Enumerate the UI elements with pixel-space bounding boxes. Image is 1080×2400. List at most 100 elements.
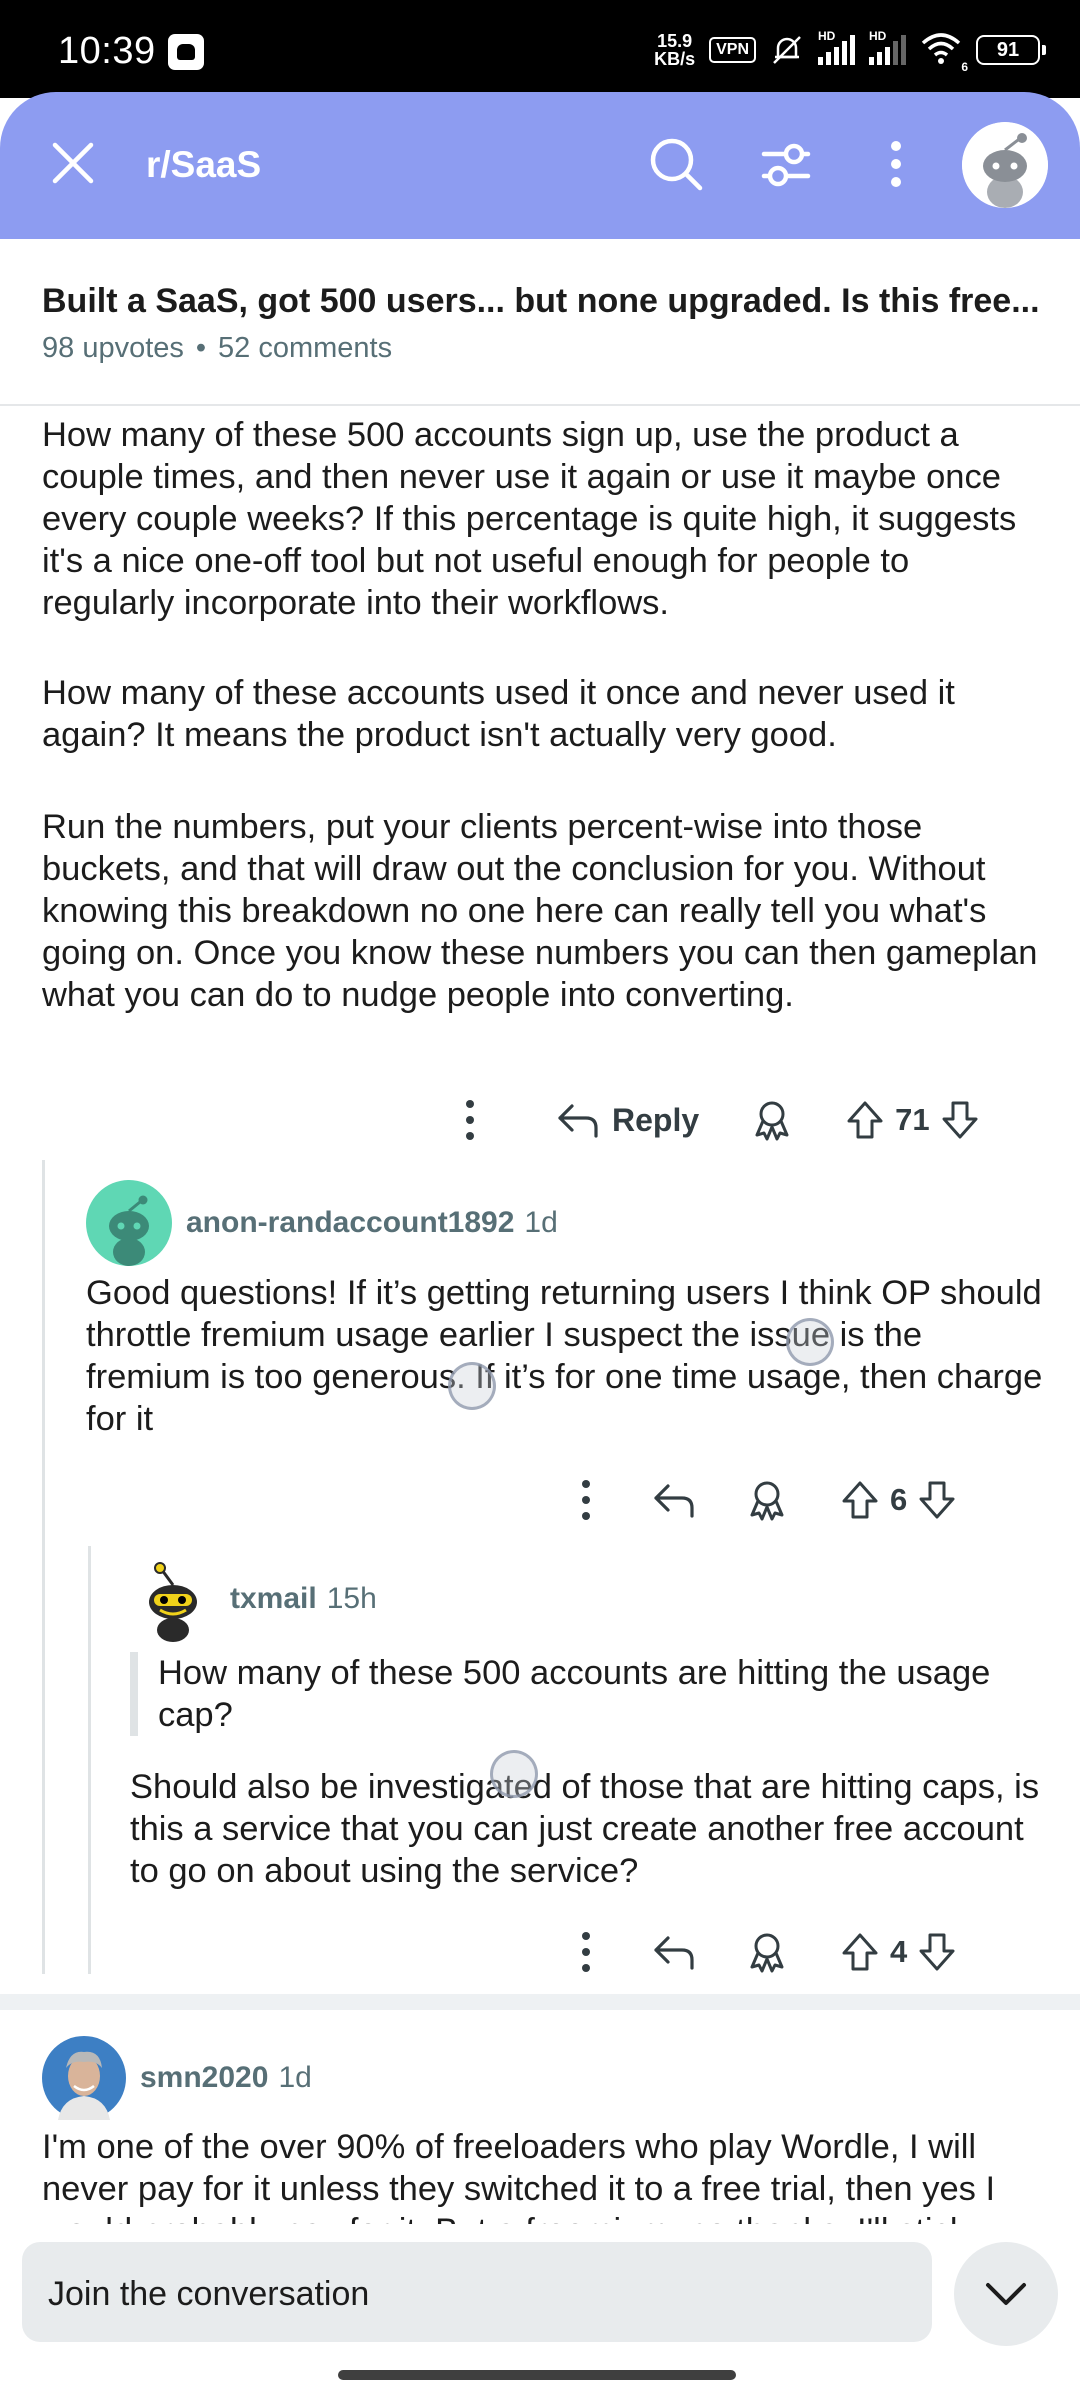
reply-button[interactable] bbox=[652, 1932, 696, 1972]
signal-2-icon: HD bbox=[869, 29, 906, 65]
post-upvotes: 98 upvotes bbox=[42, 332, 184, 364]
thread-line[interactable] bbox=[42, 1160, 45, 1974]
post-meta: 98 upvotes • 52 comments bbox=[42, 332, 392, 365]
comment-more-button[interactable] bbox=[566, 1478, 606, 1522]
comment-actions: 6 bbox=[566, 1470, 957, 1530]
touch-indicator bbox=[448, 1362, 496, 1410]
upvote-button[interactable] bbox=[845, 1099, 885, 1141]
status-indicators: 15.9 KB/s VPN HD HD 6 91 bbox=[654, 28, 1046, 74]
wifi-band-label: 6 bbox=[961, 59, 968, 74]
thread-line[interactable] bbox=[88, 1546, 91, 1974]
subreddit-title[interactable]: r/SaaS bbox=[146, 144, 261, 186]
notification-app-icon bbox=[168, 34, 204, 70]
filter-button[interactable] bbox=[756, 134, 816, 194]
award-button[interactable] bbox=[746, 1479, 788, 1521]
section-separator bbox=[0, 1994, 1080, 2010]
reply-arrow-icon bbox=[654, 1484, 694, 1518]
touch-indicator bbox=[786, 1318, 834, 1366]
comment-header: anon-randaccount1892 1d bbox=[86, 1180, 558, 1266]
snoo-avatar-icon bbox=[130, 1556, 216, 1642]
status-bar: 10:39 15.9 KB/s VPN HD HD 6 91 bbox=[0, 0, 1080, 98]
award-icon bbox=[750, 1933, 784, 1973]
downvote-arrow-icon bbox=[942, 1101, 978, 1139]
award-button[interactable] bbox=[751, 1099, 793, 1141]
upvote-button[interactable] bbox=[840, 1479, 880, 1521]
hd-label-1: HD bbox=[818, 29, 836, 43]
more-vertical-icon bbox=[582, 1932, 590, 1972]
comment-more-button[interactable] bbox=[446, 1098, 494, 1142]
hd-label-2: HD bbox=[869, 29, 887, 43]
battery-indicator: 91 bbox=[976, 35, 1046, 65]
close-button[interactable] bbox=[48, 138, 98, 188]
comment-username[interactable]: smn2020 bbox=[140, 2061, 268, 2095]
vote-count: 4 bbox=[890, 1934, 908, 1969]
comment-header: smn2020 1d bbox=[42, 2036, 312, 2120]
comment-actions: Reply 71 bbox=[446, 1090, 980, 1150]
divider bbox=[0, 404, 1080, 406]
comment-body: Good questions! If it’s getting returnin… bbox=[86, 1274, 1043, 1438]
more-vertical-icon bbox=[466, 1100, 474, 1140]
downvote-button[interactable] bbox=[917, 1931, 957, 1973]
award-button[interactable] bbox=[746, 1931, 788, 1973]
comment-username[interactable]: txmail bbox=[230, 1582, 317, 1616]
downvote-arrow-icon bbox=[919, 1933, 955, 1971]
comment-username[interactable]: anon-randaccount1892 bbox=[186, 1206, 514, 1240]
wifi-icon: 6 bbox=[920, 31, 968, 74]
network-speed: 15.9 KB/s bbox=[654, 32, 695, 68]
filter-icon bbox=[761, 143, 811, 187]
avatar[interactable] bbox=[130, 1556, 216, 1642]
comment-paragraph: How many of these accounts used it once … bbox=[42, 674, 955, 754]
user-photo-avatar-icon bbox=[42, 2036, 126, 2120]
reply-button[interactable]: Reply bbox=[556, 1100, 699, 1140]
reply-arrow-icon bbox=[558, 1104, 598, 1138]
downvote-button[interactable] bbox=[917, 1479, 957, 1521]
network-speed-unit: KB/s bbox=[654, 49, 696, 69]
search-button[interactable] bbox=[646, 134, 706, 194]
app-header: r/SaaS bbox=[0, 92, 1080, 239]
close-icon bbox=[52, 142, 94, 184]
comment-paragraph: Run the numbers, put your clients percen… bbox=[42, 808, 1038, 1014]
network-speed-value: 15.9 bbox=[657, 31, 693, 51]
collapse-button[interactable] bbox=[954, 2242, 1058, 2346]
more-vertical-icon bbox=[891, 141, 901, 187]
quoted-text: How many of these 500 accounts are hitti… bbox=[130, 1652, 1030, 1736]
avatar[interactable] bbox=[86, 1180, 172, 1266]
comment-more-button[interactable] bbox=[566, 1930, 606, 1974]
mute-bell-icon bbox=[773, 36, 801, 64]
user-avatar[interactable] bbox=[962, 122, 1048, 208]
comment-time: 1d bbox=[278, 2061, 312, 2094]
comment-body: I'm one of the over 90% of freeloaders w… bbox=[42, 2128, 996, 2224]
reply-button[interactable] bbox=[652, 1480, 696, 1520]
status-time: 10:39 bbox=[58, 30, 156, 72]
award-icon bbox=[750, 1481, 784, 1521]
meta-separator: • bbox=[195, 332, 207, 364]
more-vertical-icon bbox=[582, 1480, 590, 1520]
comment-body: Should also be investigated of those tha… bbox=[130, 1768, 1040, 1890]
downvote-button[interactable] bbox=[940, 1099, 980, 1141]
vote-count: 71 bbox=[895, 1102, 930, 1137]
more-options-button[interactable] bbox=[872, 134, 920, 194]
upvote-arrow-icon bbox=[842, 1933, 878, 1971]
comment-paragraph: How many of these 500 accounts sign up, … bbox=[42, 416, 1017, 622]
chevron-down-icon bbox=[986, 2283, 1026, 2305]
upvote-button[interactable] bbox=[840, 1931, 880, 1973]
join-conversation-input[interactable]: Join the conversation bbox=[22, 2242, 932, 2342]
vote-count: 6 bbox=[890, 1482, 908, 1517]
award-icon bbox=[755, 1101, 789, 1141]
reply-label: Reply bbox=[612, 1101, 700, 1138]
search-icon bbox=[650, 138, 703, 191]
downvote-arrow-icon bbox=[919, 1481, 955, 1519]
vpn-badge: VPN bbox=[709, 37, 756, 63]
touch-indicator bbox=[490, 1750, 538, 1798]
post-title[interactable]: Built a SaaS, got 500 users... but none … bbox=[42, 282, 1052, 321]
comment-time: 1d bbox=[524, 1206, 558, 1239]
comment-header: txmail 15h bbox=[130, 1556, 377, 1642]
reply-arrow-icon bbox=[654, 1936, 694, 1970]
home-indicator[interactable] bbox=[338, 2370, 736, 2380]
upvote-arrow-icon bbox=[847, 1101, 883, 1139]
comment-time: 15h bbox=[326, 1582, 377, 1615]
avatar[interactable] bbox=[42, 2036, 126, 2120]
post-comment-count: 52 comments bbox=[218, 332, 393, 364]
signal-1-icon: HD bbox=[818, 29, 855, 65]
snoo-avatar-icon bbox=[962, 122, 1048, 208]
